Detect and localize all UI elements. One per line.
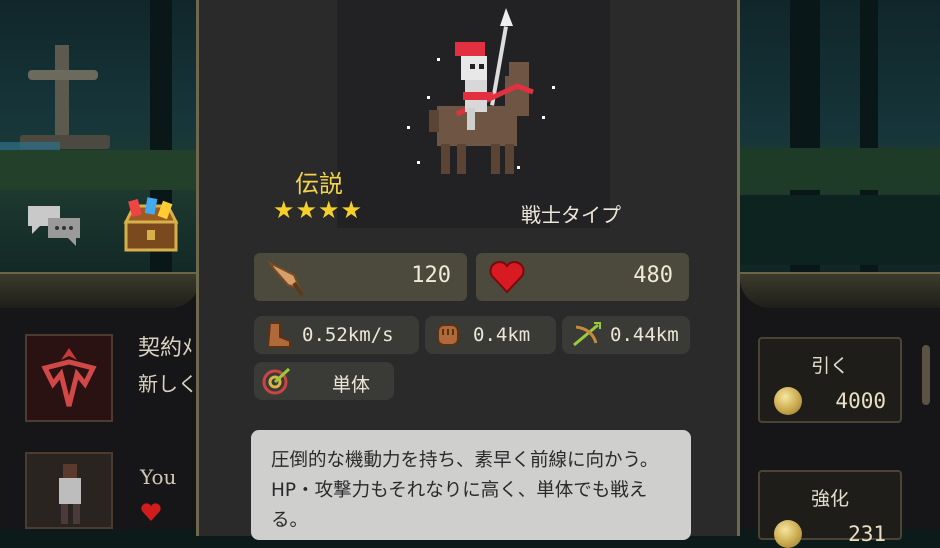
attack-stat: 120: [254, 253, 467, 301]
player-label: You: [140, 465, 177, 489]
attack-value: 120: [411, 263, 451, 288]
rarity-label: 伝説: [295, 170, 343, 198]
upgrade-label: 強化: [810, 488, 849, 510]
fountain-top: [28, 70, 98, 80]
ornament-right: [740, 272, 940, 308]
pull-label: 引く: [810, 355, 849, 377]
boot-icon: [262, 321, 292, 353]
move-speed-value: 0.52km/s: [302, 324, 394, 346]
unit-description: 圧倒的な機動力を持ち、素早く前線に向かう。HP・攻撃力もそれなりに高く、単体でも…: [251, 430, 691, 540]
unit-type: 戦士タイプ: [521, 203, 621, 227]
fountain-column: [55, 45, 69, 145]
hp-stat: 480: [476, 253, 689, 301]
contract-emblem-icon: [41, 348, 97, 407]
attack-range-value: 0.44km: [610, 324, 679, 346]
contract-title: 契約ﾒ: [138, 336, 194, 361]
contract-emblem-frame[interactable]: [25, 334, 113, 422]
grass-left: [0, 150, 200, 190]
skeleton-knight-sprite: [407, 8, 555, 174]
move-speed-stat: 0.52km/s: [254, 316, 419, 354]
grass-right: [735, 148, 940, 190]
sword-icon: [266, 259, 306, 301]
heart-icon: [140, 502, 162, 526]
star-icon: ★: [318, 196, 340, 224]
star-icon: ★: [273, 196, 295, 224]
melee-range-value: 0.4km: [473, 324, 531, 346]
ornament-left: [0, 272, 200, 308]
star-icon: ★: [295, 196, 318, 224]
attack-range-stat: 0.44km: [562, 316, 690, 354]
pull-button[interactable]: 引く 4000: [758, 337, 902, 423]
upgrade-button[interactable]: 強化 231: [758, 470, 902, 548]
target-type-value: 単体: [332, 374, 371, 396]
pull-price: 4000: [835, 389, 886, 413]
unit-detail-modal: 伝説 ★ ★ ★ ★ 戦士タイプ 120 480 0.52km/s 0.4km: [196, 0, 740, 540]
unit-portrait: [337, 0, 610, 228]
target-type-stat: 単体: [254, 362, 394, 400]
pond-right: [735, 195, 940, 265]
contract-subtitle: 新しく: [138, 372, 198, 396]
melee-range-stat: 0.4km: [425, 316, 556, 354]
star-rating: ★ ★ ★ ★: [273, 198, 362, 222]
treasure-chest-icon[interactable]: [118, 196, 184, 254]
player-unit-portrait[interactable]: [25, 452, 113, 529]
heart-icon: [488, 259, 526, 299]
upgrade-price: 231: [848, 522, 886, 546]
hp-value: 480: [633, 263, 673, 288]
coin-icon: [774, 520, 802, 548]
chat-icon[interactable]: [26, 202, 84, 246]
coin-icon: [774, 387, 802, 415]
crossbow-icon: [570, 321, 602, 353]
star-icon: ★: [340, 196, 363, 224]
fist-icon: [433, 321, 463, 353]
target-icon: [262, 367, 292, 399]
scrollbar[interactable]: [922, 345, 930, 405]
